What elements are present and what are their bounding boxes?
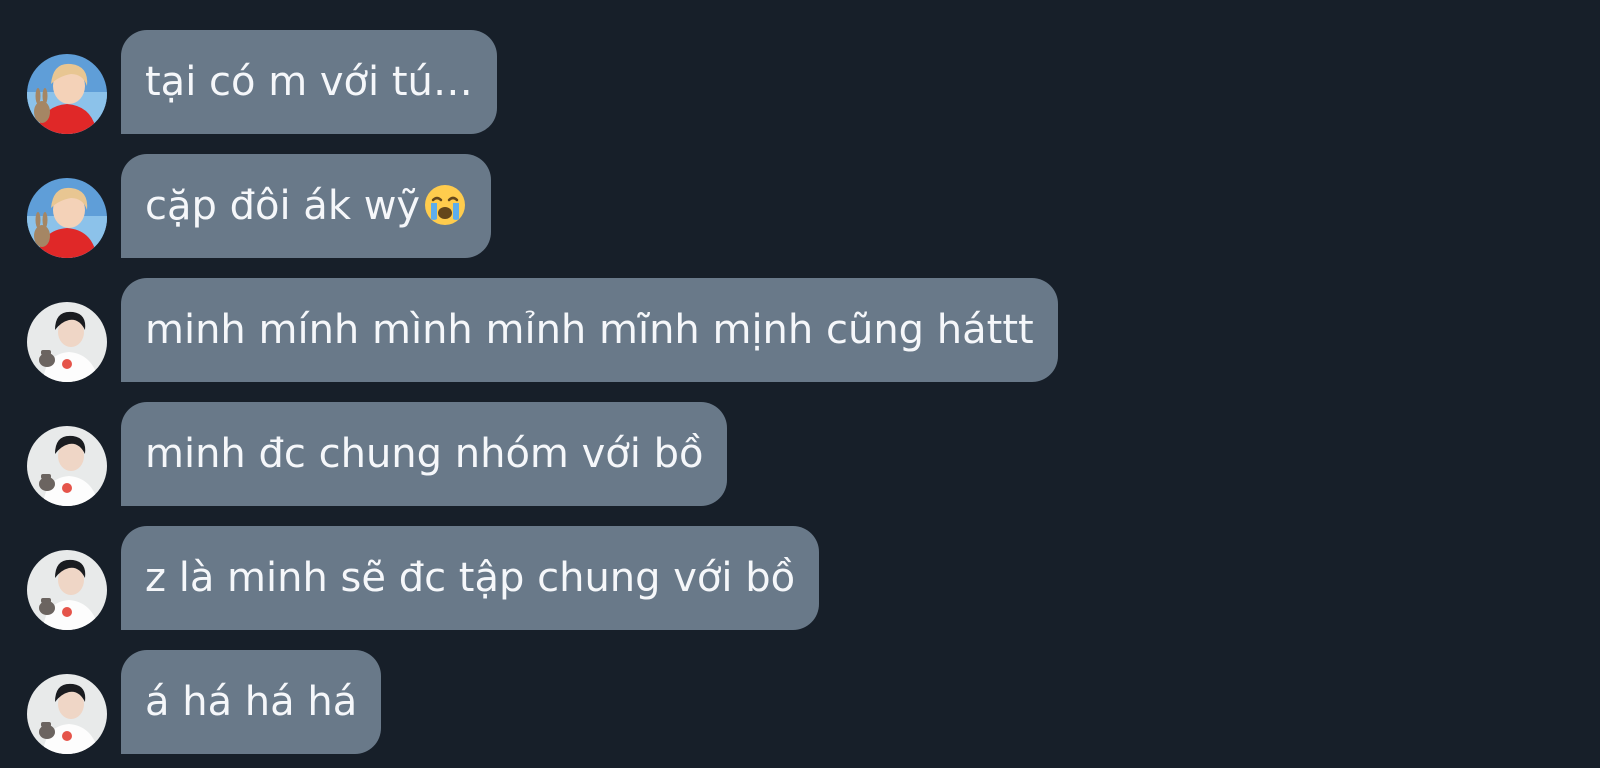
user-avatar[interactable] xyxy=(27,178,107,258)
message-text: z là minh sẽ đc tập chung với bồ xyxy=(145,555,796,601)
user-avatar[interactable] xyxy=(27,54,107,134)
message-row: cặp đôi ák wỹ xyxy=(0,154,1600,258)
message-row: tại có m với tú… xyxy=(0,30,1600,134)
message-row: z là minh sẽ đc tập chung với bồ xyxy=(0,526,1600,630)
message-bubble[interactable]: minh mính mình mỉnh mĩnh mịnh cũng háttt xyxy=(121,278,1058,382)
user-avatar[interactable] xyxy=(27,302,107,382)
message-text: tại có m với tú… xyxy=(145,59,473,105)
dark-haired-user-avatar-icon xyxy=(27,550,107,630)
user-avatar[interactable] xyxy=(27,674,107,754)
message-row: á há há há xyxy=(0,650,1600,754)
loudly-crying-face-icon xyxy=(423,183,467,227)
dark-haired-user-avatar-icon xyxy=(27,674,107,754)
user-avatar[interactable] xyxy=(27,550,107,630)
dark-haired-user-avatar-icon xyxy=(27,426,107,506)
message-row: minh mính mình mỉnh mĩnh mịnh cũng háttt xyxy=(0,278,1600,382)
message-text: cặp đôi ák wỹ xyxy=(145,183,421,229)
message-bubble[interactable]: á há há há xyxy=(121,650,382,754)
message-bubble[interactable]: cặp đôi ák wỹ xyxy=(121,154,492,258)
blonde-user-avatar-icon xyxy=(27,54,107,134)
message-text: á há há há xyxy=(145,679,358,725)
message-bubble[interactable]: z là minh sẽ đc tập chung với bồ xyxy=(121,526,820,630)
blonde-user-avatar-icon xyxy=(27,178,107,258)
user-avatar[interactable] xyxy=(27,426,107,506)
dark-haired-user-avatar-icon xyxy=(27,302,107,382)
message-text: minh mính mình mỉnh mĩnh mịnh cũng háttt xyxy=(145,307,1034,353)
message-row: minh đc chung nhóm với bồ xyxy=(0,402,1600,506)
chat-thread: tại có m với tú… cặp đôi ák wỹ minh mính… xyxy=(0,0,1600,768)
message-bubble[interactable]: tại có m với tú… xyxy=(121,30,497,134)
message-text: minh đc chung nhóm với bồ xyxy=(145,431,704,477)
message-bubble[interactable]: minh đc chung nhóm với bồ xyxy=(121,402,728,506)
